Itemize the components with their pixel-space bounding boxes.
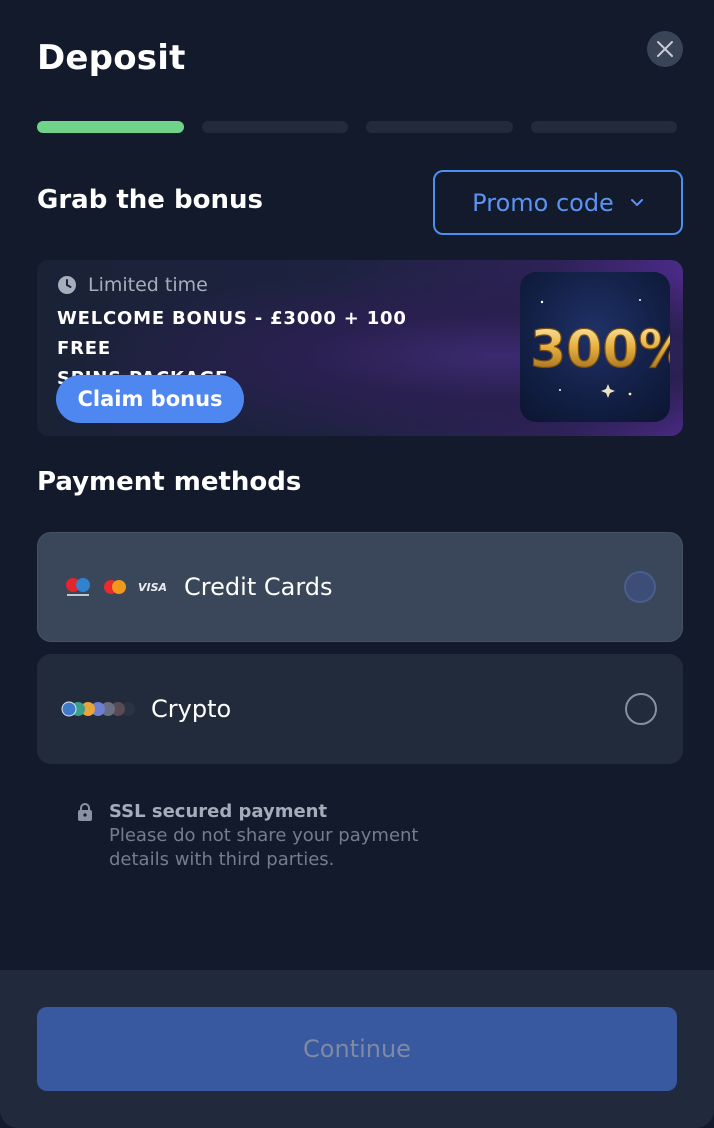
- modal-title: Deposit: [37, 38, 186, 78]
- continue-button[interactable]: Continue: [37, 1007, 677, 1091]
- limited-time-badge: Limited time: [57, 274, 208, 296]
- limited-time-label: Limited time: [88, 274, 208, 296]
- crypto-label: Crypto: [151, 695, 232, 723]
- crypto-coins-icon: [61, 701, 135, 717]
- claim-bonus-button[interactable]: Claim bonus: [56, 375, 244, 423]
- credit-cards-label: Credit Cards: [184, 573, 333, 601]
- progress-step-1: [37, 121, 184, 133]
- bonus-300-percent-graphic: 300%: [529, 299, 670, 398]
- promo-code-button[interactable]: Promo code: [433, 170, 683, 235]
- payment-method-credit-cards[interactable]: VISA Credit Cards: [37, 532, 683, 642]
- bonus-headline-line1: WELCOME BONUS - £3000 + 100 FREE: [57, 308, 407, 359]
- clock-icon: [58, 276, 76, 294]
- close-icon: [657, 41, 673, 57]
- lock-icon: [78, 803, 92, 821]
- progress-step-4: [530, 121, 677, 133]
- payment-method-crypto[interactable]: Crypto: [37, 654, 683, 764]
- deposit-modal: Deposit Grab the bonus Promo code Limite…: [0, 0, 714, 1128]
- chevron-down-icon: [630, 198, 643, 206]
- crypto-radio[interactable]: [625, 693, 657, 725]
- bonus-card: Limited time WELCOME BONUS - £3000 + 100…: [37, 260, 683, 436]
- ssl-notice: SSL secured payment Please do not share …: [77, 800, 469, 872]
- bonus-section-title: Grab the bonus: [37, 185, 263, 215]
- bonus-image: 300%: [520, 272, 670, 422]
- credit-cards-radio[interactable]: [624, 571, 656, 603]
- visa-icon: VISA: [138, 580, 168, 594]
- progress-step-2: [201, 121, 348, 133]
- ssl-description-line2: details with third parties.: [109, 849, 335, 870]
- ssl-description-line1: Please do not share your payment: [109, 825, 419, 846]
- mastercard-icon: [104, 580, 126, 594]
- promo-code-label: Promo code: [472, 188, 614, 217]
- progress-step-3: [366, 121, 513, 133]
- ssl-title: SSL secured payment: [109, 801, 328, 822]
- payment-section-title: Payment methods: [37, 467, 302, 497]
- maestro-icon: [66, 578, 90, 596]
- ssl-description: Please do not share your payment details…: [109, 824, 469, 872]
- svg-text:300%: 300%: [530, 320, 670, 380]
- progress-steps: [37, 121, 677, 133]
- close-button[interactable]: [647, 31, 683, 67]
